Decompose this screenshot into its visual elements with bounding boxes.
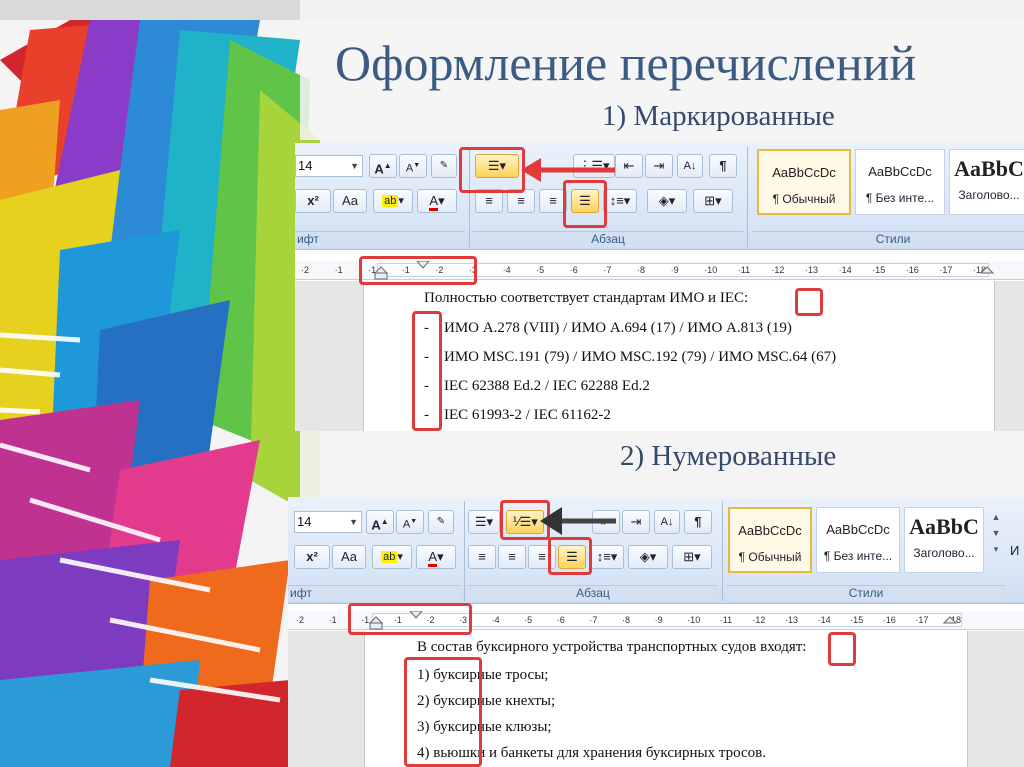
font-color-icon[interactable]: A▾ bbox=[417, 189, 457, 213]
superscript-button[interactable]: x² bbox=[295, 189, 331, 213]
increase-indent-icon[interactable]: ⇥ bbox=[622, 510, 650, 534]
subtitle-numbered: 2) Нумерованные bbox=[620, 440, 837, 472]
highlight-colon bbox=[795, 288, 823, 316]
shading-icon[interactable]: ◈▾ bbox=[628, 545, 668, 569]
style-heading-1[interactable]: AaBbC Заголово... bbox=[949, 149, 1024, 215]
ribbon: 14 ▼ A▲ A▼ ✎ x² Aa ab ▾ A▾ ифт ☰▾ ⋮☰▾ ⇤ ⇥… bbox=[295, 143, 1024, 250]
change-styles-label[interactable]: И bbox=[1010, 543, 1019, 558]
doc-intro: В состав буксирного устройства транспорт… bbox=[417, 639, 807, 655]
font-color-icon[interactable]: A▾ bbox=[416, 545, 456, 569]
list-item: ИМО А.278 (VIII) / ИМО А.694 (17) / ИМО … bbox=[444, 320, 792, 336]
font-size-value: 14 bbox=[297, 514, 312, 529]
slide-title: Оформление перечислений bbox=[335, 35, 917, 91]
highlight-colon bbox=[828, 632, 856, 666]
decrease-indent-icon[interactable]: ⇤ bbox=[615, 154, 643, 178]
highlight-ruler-indent bbox=[348, 603, 472, 635]
paragraph-mark-button[interactable]: ¶ bbox=[709, 154, 737, 178]
word-screenshot-bulleted: 14 ▼ A▲ A▼ ✎ x² Aa ab ▾ A▾ ифт ☰▾ ⋮☰▾ ⇤ ⇥… bbox=[295, 143, 1024, 431]
style-no-spacing[interactable]: AaBbCcDc ¶ Без инте... bbox=[855, 149, 945, 215]
grow-font-button[interactable]: A▲ bbox=[369, 154, 397, 178]
group-separator bbox=[722, 501, 723, 601]
group-separator bbox=[747, 147, 748, 247]
list-item: IEC 62388 Ed.2 / IEC 62288 Ed.2 bbox=[444, 378, 650, 394]
word-screenshot-numbered: 14 ▼ A▲ A▼ ✎ x² Aa ab▾ A▾ ифт ☰▾ ⅟☰▾ ⇤ ⇥… bbox=[288, 497, 1024, 767]
list-item: ИМО MSC.191 (79) / ИМО MSC.192 (79) / ИМ… bbox=[444, 349, 837, 365]
change-case-button[interactable]: Aa bbox=[332, 545, 366, 569]
change-case-button[interactable]: Aa bbox=[333, 189, 367, 213]
document-area: Полностью соответствует стандартам ИМО и… bbox=[295, 281, 1024, 431]
document-area: В состав буксирного устройства транспорт… bbox=[288, 631, 1024, 767]
highlight-color-icon[interactable]: ab ▾ bbox=[373, 189, 413, 213]
highlight-number-markers bbox=[404, 657, 482, 767]
highlight-justify-button bbox=[563, 180, 607, 228]
shrink-font-button[interactable]: A▼ bbox=[399, 154, 427, 178]
font-group-label: ифт bbox=[295, 231, 465, 247]
highlight-justify-button bbox=[548, 537, 592, 575]
font-size-value: 14 bbox=[298, 158, 313, 173]
group-separator bbox=[464, 501, 465, 601]
shrink-font-button[interactable]: A▼ bbox=[396, 510, 424, 534]
highlight-bullet-markers bbox=[412, 311, 442, 431]
arrow-left-icon bbox=[540, 507, 616, 535]
highlight-ruler-indent bbox=[359, 256, 477, 285]
increase-indent-icon[interactable]: ⇥ bbox=[645, 154, 673, 178]
chevron-down-icon: ▼ bbox=[349, 517, 358, 527]
grow-font-button[interactable]: A▲ bbox=[366, 510, 394, 534]
chevron-down-icon: ▼ bbox=[350, 161, 359, 171]
highlight-color-icon[interactable]: ab ▾ bbox=[372, 545, 412, 569]
style-normal[interactable]: AaBbCcDc ¶ Обычный bbox=[728, 507, 812, 573]
highlight-bullets-button bbox=[459, 147, 525, 193]
subtitle-bulleted: 1) Маркированные bbox=[602, 100, 835, 132]
shading-icon[interactable]: ◈▾ bbox=[647, 189, 687, 213]
borders-icon[interactable]: ⊞▾ bbox=[672, 545, 712, 569]
doc-intro: Полностью соответствует стандартам ИМО и… bbox=[424, 290, 749, 306]
font-size-select[interactable]: 14 ▼ bbox=[294, 511, 362, 533]
arrow-left-icon bbox=[521, 158, 615, 182]
clear-format-icon[interactable]: ✎ bbox=[431, 154, 457, 178]
clear-format-icon[interactable]: ✎ bbox=[428, 510, 454, 534]
line-spacing-icon[interactable]: ↕≡▾ bbox=[590, 545, 624, 569]
borders-icon[interactable]: ⊞▾ bbox=[693, 189, 733, 213]
paragraph-mark-button[interactable]: ¶ bbox=[684, 510, 712, 534]
bullets-button[interactable]: ☰▾ bbox=[468, 510, 500, 534]
style-normal[interactable]: AaBbCcDc ¶ Обычный bbox=[757, 149, 851, 215]
sort-button[interactable]: А↓ bbox=[654, 510, 680, 534]
style-heading-1[interactable]: AaBbC Заголово... bbox=[904, 507, 984, 573]
paragraph-group-label: Абзац bbox=[468, 585, 718, 601]
font-size-select[interactable]: 14 ▼ bbox=[295, 155, 363, 177]
line-spacing-icon[interactable]: ↕≡▾ bbox=[603, 189, 637, 213]
superscript-button[interactable]: x² bbox=[294, 545, 330, 569]
align-left-icon[interactable]: ≡ bbox=[468, 545, 496, 569]
styles-group-label: Стили bbox=[726, 585, 1006, 601]
font-group-label: ифт bbox=[288, 585, 460, 601]
paragraph-group-label: Абзац bbox=[473, 231, 743, 247]
align-center-icon[interactable]: ≡ bbox=[498, 545, 526, 569]
styles-group-label: Стили bbox=[753, 231, 1024, 247]
styles-scroll-icon[interactable]: ▲ ▼ ▾ bbox=[988, 509, 1004, 557]
sort-button[interactable]: А↓ bbox=[677, 154, 703, 178]
ribbon: 14 ▼ A▲ A▼ ✎ x² Aa ab▾ A▾ ифт ☰▾ ⅟☰▾ ⇤ ⇥… bbox=[288, 497, 1024, 604]
document-page[interactable]: Полностью соответствует стандартам ИМО и… bbox=[363, 281, 995, 431]
style-no-spacing[interactable]: AaBbCcDc ¶ Без инте... bbox=[816, 507, 900, 573]
list-item: IEC 61993-2 / IEC 61162-2 bbox=[444, 407, 611, 423]
